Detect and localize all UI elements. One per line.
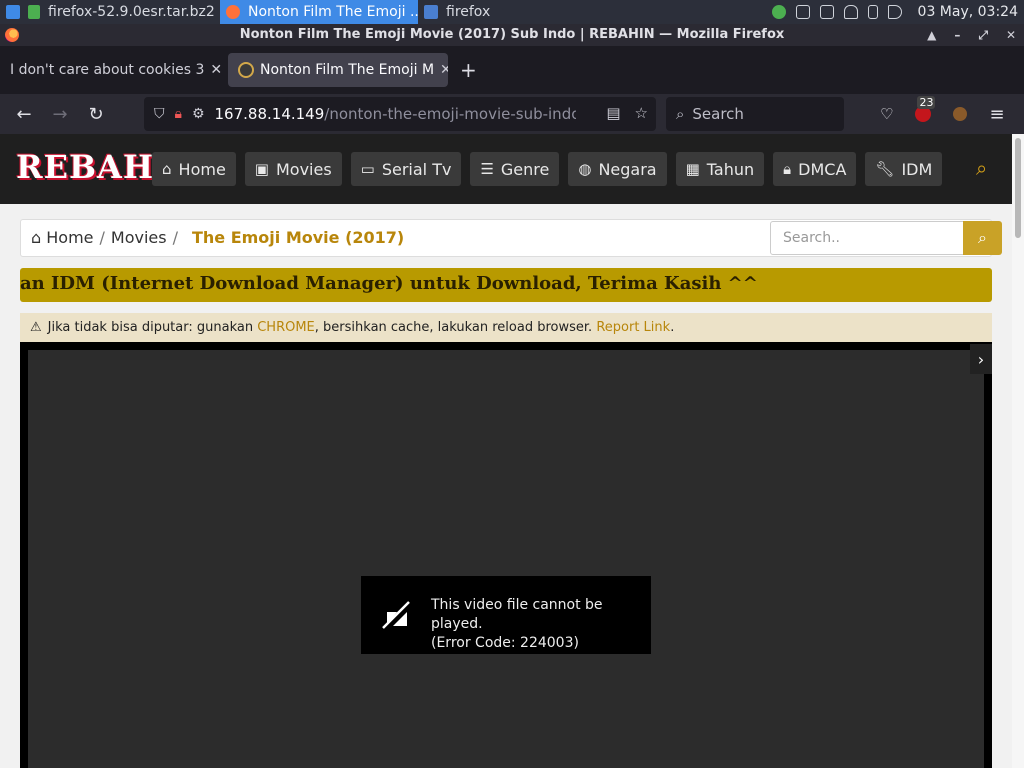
video-screen[interactable] bbox=[28, 350, 984, 768]
minimize-icon[interactable]: – bbox=[954, 24, 960, 46]
taskbar-menu-button[interactable]: firefox-52.9.0esr.tar.bz2... bbox=[0, 0, 220, 24]
breadcrumb-separator: / bbox=[172, 228, 178, 247]
pocket-icon[interactable]: ♡ bbox=[880, 105, 893, 123]
menu-item-negara[interactable]: ◍ Negara bbox=[568, 152, 667, 186]
film-icon: ▣ bbox=[254, 160, 269, 178]
hamburger-menu-icon[interactable]: ≡ bbox=[989, 104, 1004, 125]
taskbar-item-firefox-page[interactable]: Nonton Film The Emoji ... bbox=[220, 0, 418, 24]
breadcrumb-home[interactable]: ⌂ Home bbox=[31, 228, 94, 247]
menu-item-dmca[interactable]: 🔒︎ DMCA bbox=[773, 152, 857, 186]
firefox-icon bbox=[226, 5, 240, 19]
reload-icon[interactable]: ↻ bbox=[78, 98, 114, 130]
playback-notice: ⚠ Jika tidak bisa diputar: gunakan CHROM… bbox=[20, 313, 992, 342]
site-search-input[interactable]: Search.. bbox=[770, 221, 964, 255]
back-icon[interactable]: ← bbox=[6, 98, 42, 130]
ublock-badge: 23 bbox=[917, 96, 936, 109]
wrench-icon: 🔧︎ bbox=[875, 160, 895, 178]
reader-view-icon[interactable]: ▤ bbox=[606, 104, 620, 122]
update-icon[interactable] bbox=[771, 5, 786, 19]
error-message: This video file cannot be played. bbox=[431, 597, 603, 632]
ublock-icon[interactable]: 23 bbox=[915, 96, 936, 122]
folder-icon bbox=[424, 5, 438, 19]
shade-icon[interactable]: ▲ bbox=[927, 24, 936, 46]
error-code: (Error Code: 224003) bbox=[431, 635, 579, 651]
bell-icon[interactable] bbox=[843, 5, 858, 19]
menu-item-idm[interactable]: 🔧︎ IDM bbox=[865, 152, 943, 186]
close-tab-icon[interactable]: ✕ bbox=[434, 62, 448, 78]
extension-icon[interactable] bbox=[953, 107, 968, 121]
calendar-icon: ▦ bbox=[685, 160, 700, 178]
breadcrumb-movies[interactable]: Movies bbox=[111, 228, 167, 247]
battery-icon[interactable] bbox=[867, 5, 878, 19]
chrome-link[interactable]: CHROME bbox=[257, 320, 315, 335]
scrollbar-thumb[interactable] bbox=[1015, 138, 1021, 238]
firefox-logo-icon bbox=[5, 28, 19, 42]
breadcrumb: ⌂ Home / Movies / The Emoji Movie (2017)… bbox=[20, 219, 1002, 257]
bookmark-star-icon[interactable]: ☆ bbox=[635, 104, 648, 122]
system-tray: 03 May, 03:24 bbox=[771, 0, 1018, 24]
navigation-toolbar: ← → ↻ ⛉ 🔒︎ ⚙ 167.88.14.149 /nonton-the-e… bbox=[0, 94, 1024, 134]
search-bar[interactable]: ⌕ Search bbox=[666, 97, 844, 131]
home-icon: ⌂ bbox=[162, 160, 172, 178]
warning-icon: ⚠ bbox=[30, 320, 42, 335]
video-unavailable-icon bbox=[382, 601, 410, 629]
archive-icon bbox=[28, 5, 40, 19]
tab-bar: I don't care about cookies 3 ✕ Nonton Fi… bbox=[0, 46, 1024, 94]
close-window-icon[interactable]: ✕ bbox=[1006, 24, 1016, 46]
shield-icon[interactable]: ⛉ bbox=[154, 106, 165, 122]
page-scrollbar[interactable] bbox=[1012, 134, 1024, 768]
header-search-icon[interactable]: ⌕ bbox=[976, 156, 987, 180]
site-search-button[interactable]: ⌕ bbox=[963, 221, 1002, 255]
clock[interactable]: 03 May, 03:24 bbox=[918, 4, 1018, 20]
site-favicon-icon bbox=[238, 62, 254, 78]
new-tab-icon[interactable]: + bbox=[460, 58, 477, 82]
url-bar[interactable]: ⛉ 🔒︎ ⚙ 167.88.14.149 /nonton-the-emoji-m… bbox=[144, 97, 656, 131]
lock-icon: 🔒︎ bbox=[783, 160, 792, 178]
os-taskbar: firefox-52.9.0esr.tar.bz2... Nonton Film… bbox=[0, 0, 1024, 24]
taskbar-item-firefox-folder[interactable]: firefox bbox=[418, 0, 496, 24]
menu-item-genre[interactable]: ☰ Genre bbox=[470, 152, 560, 186]
video-player[interactable]: › This video file cannot be played. (Err… bbox=[20, 342, 992, 768]
menu-item-movies[interactable]: ▣ Movies bbox=[244, 152, 342, 186]
menu-item-tahun[interactable]: ▦ Tahun bbox=[675, 152, 765, 186]
web-page: REBAHIN ⌂ Home ▣ Movies ▭ Serial Tv ☰ Genre … bbox=[0, 134, 1012, 768]
window-title: Nonton Film The Emoji Movie (2017) Sub I… bbox=[239, 27, 785, 42]
app-menu-icon bbox=[6, 5, 20, 19]
lock-warning-icon[interactable]: 🔒︎ bbox=[175, 106, 182, 122]
volume-icon[interactable] bbox=[887, 5, 902, 19]
menu-item-home[interactable]: ⌂ Home bbox=[152, 152, 236, 186]
video-error-box: This video file cannot be played. (Error… bbox=[361, 576, 651, 654]
menu-item-serial-tv[interactable]: ▭ Serial Tv bbox=[350, 152, 462, 186]
marquee-text: an IDM (Internet Download Manager) untuk… bbox=[20, 273, 758, 294]
display-icon[interactable] bbox=[795, 5, 810, 19]
tab-cookies[interactable]: I don't care about cookies 3 ✕ bbox=[0, 53, 222, 87]
tab-emoji-movie[interactable]: Nonton Film The Emoji M ✕ bbox=[228, 53, 448, 87]
announcement-marquee: an IDM (Internet Download Manager) untuk… bbox=[20, 268, 992, 302]
monitor-icon: ▭ bbox=[360, 160, 375, 178]
breadcrumb-separator: / bbox=[99, 228, 105, 247]
close-tab-icon[interactable]: ✕ bbox=[204, 62, 222, 78]
maximize-icon[interactable]: ⤢ bbox=[978, 24, 988, 46]
search-icon: ⌕ bbox=[978, 228, 987, 247]
network-icon[interactable] bbox=[819, 5, 834, 19]
window-titlebar: Nonton Film The Emoji Movie (2017) Sub I… bbox=[0, 24, 1024, 46]
main-menu: ⌂ Home ▣ Movies ▭ Serial Tv ☰ Genre ◍ Negara … bbox=[152, 152, 943, 186]
home-icon: ⌂ bbox=[31, 228, 47, 247]
report-link[interactable]: Report Link bbox=[596, 320, 670, 335]
list-icon: ☰ bbox=[480, 160, 494, 178]
search-icon: ⌕ bbox=[676, 105, 685, 123]
chevron-right-icon[interactable]: › bbox=[970, 344, 992, 374]
forward-icon[interactable]: → bbox=[42, 98, 78, 130]
permissions-icon[interactable]: ⚙ bbox=[192, 106, 205, 122]
globe-icon: ◍ bbox=[578, 160, 592, 178]
site-header: REBAHIN ⌂ Home ▣ Movies ▭ Serial Tv ☰ Genre … bbox=[0, 134, 1012, 204]
breadcrumb-current: The Emoji Movie (2017) bbox=[191, 228, 405, 247]
window-controls: ▲ – ⤢ ✕ bbox=[927, 24, 1016, 46]
